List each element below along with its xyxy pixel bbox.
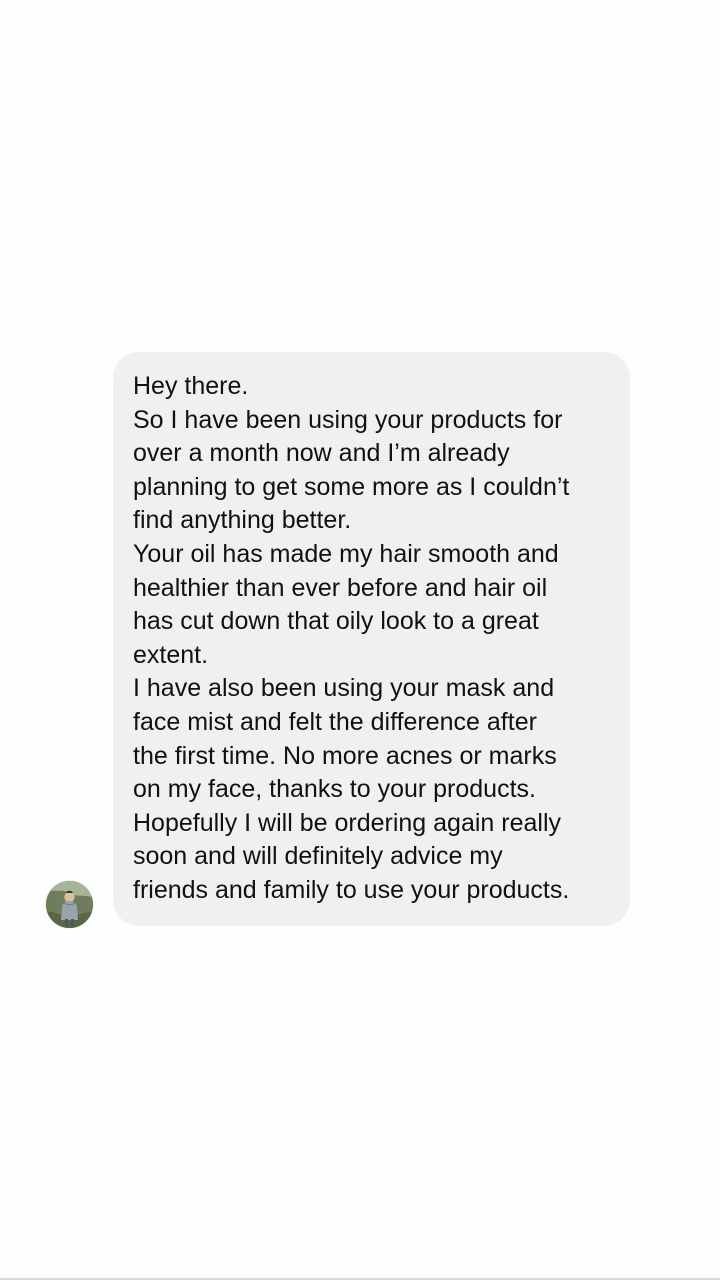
sender-avatar[interactable] (46, 881, 93, 928)
chat-screen: Hey there. So I have been using your pro… (0, 0, 720, 1280)
message-paragraph-hair-oil: Your oil has made my hair smooth and hea… (133, 539, 559, 669)
message-paragraph-mask-mist: I have also been using your mask and fac… (133, 674, 557, 804)
person-avatar-icon (46, 881, 93, 928)
message-paragraph-closing: Hopefully I will be ordering again reall… (133, 808, 570, 904)
received-message-row: Hey there. So I have been using your pro… (0, 352, 720, 930)
message-paragraph-usage: So I have been using your products for o… (133, 405, 570, 535)
message-paragraph-greeting: Hey there. (133, 372, 249, 400)
message-bubble[interactable]: Hey there. So I have been using your pro… (113, 352, 630, 926)
